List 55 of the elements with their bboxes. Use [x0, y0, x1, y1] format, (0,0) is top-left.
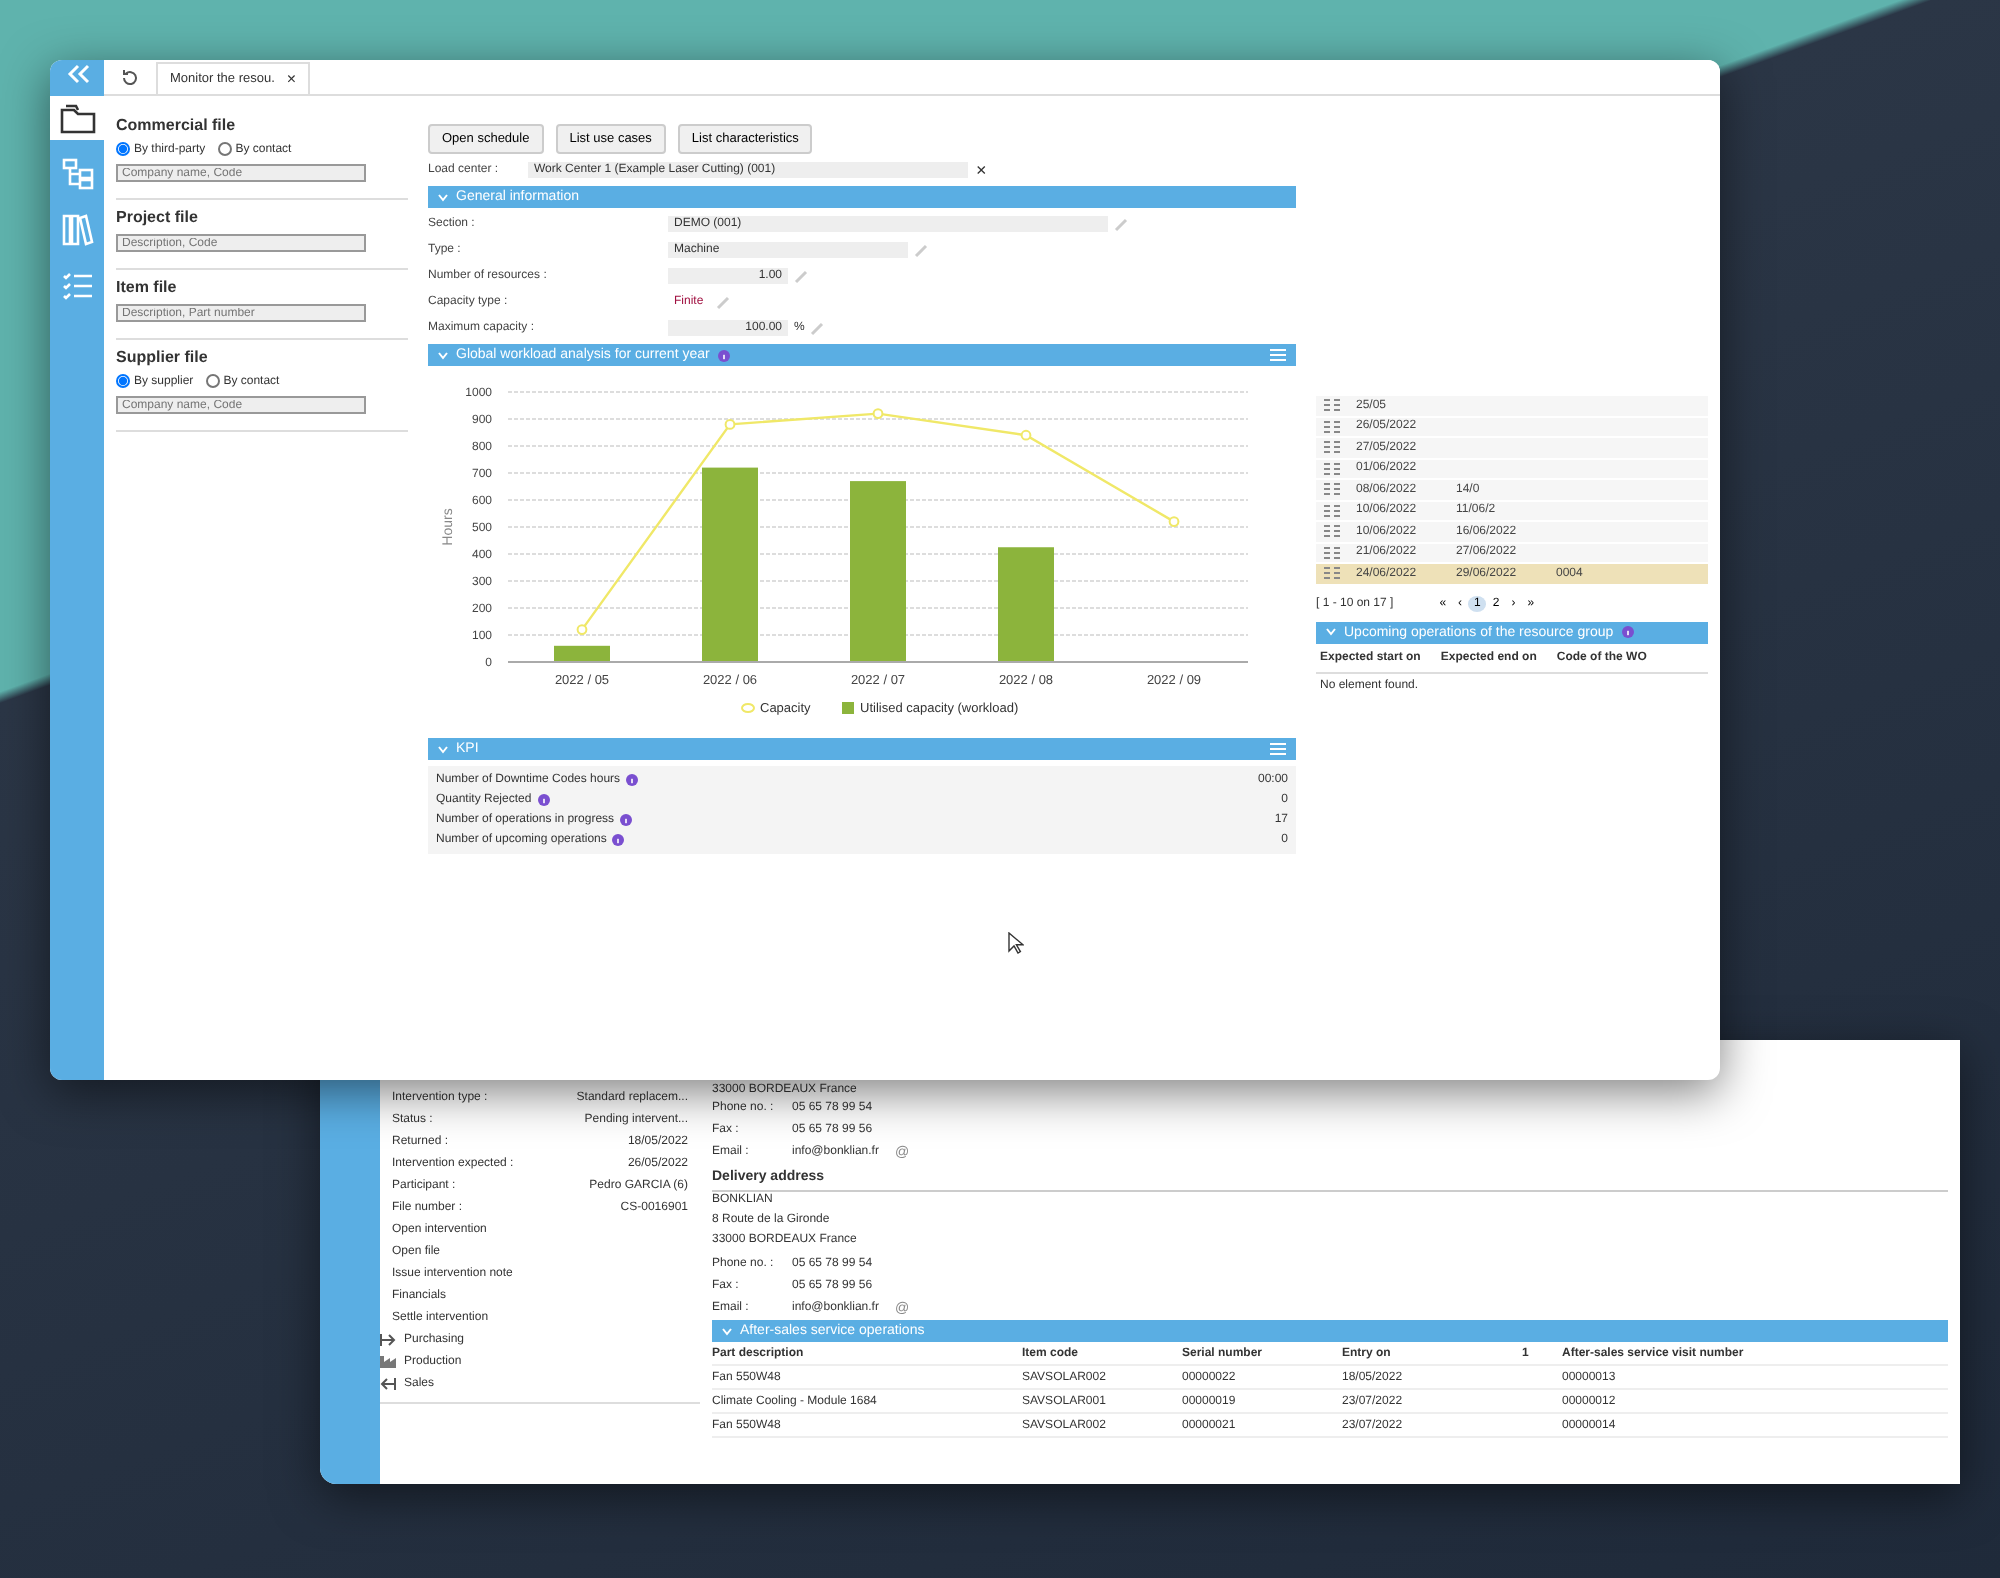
- group-title: Project file: [116, 208, 200, 226]
- grid-icon[interactable]: [1324, 398, 1340, 413]
- arrow-left-icon: [380, 1378, 396, 1390]
- info-icon: [626, 774, 639, 786]
- radio-button[interactable]: [116, 374, 130, 388]
- point: [576, 624, 588, 635]
- group-title: Commercial file: [116, 116, 238, 134]
- chart-bar: [998, 547, 1054, 662]
- folder-icon: [59, 102, 95, 134]
- chevron-icon[interactable]: [1326, 628, 1336, 636]
- grid-icon[interactable]: [1324, 503, 1340, 518]
- pencil-icon[interactable]: [794, 269, 808, 283]
- point: [1168, 516, 1180, 527]
- radio-button[interactable]: [217, 142, 232, 156]
- pencil-icon[interactable]: [914, 243, 928, 257]
- radio-button[interactable]: [205, 374, 220, 388]
- info-icon: [537, 794, 550, 806]
- point: [1020, 429, 1032, 441]
- menu-icon[interactable]: [1270, 348, 1286, 362]
- cursor-icon: [1008, 932, 1024, 954]
- sidebar-button[interactable]: [50, 96, 104, 140]
- arrow-right-icon: [380, 1334, 396, 1346]
- grid-icon[interactable]: [1324, 524, 1340, 539]
- pencil-icon[interactable]: [1114, 217, 1128, 231]
- pencil-icon[interactable]: [810, 321, 825, 335]
- grid-icon[interactable]: [1324, 482, 1340, 497]
- point: [724, 419, 736, 430]
- radio-button[interactable]: [116, 142, 130, 156]
- info-icon: [717, 349, 730, 361]
- grid-icon[interactable]: [1324, 545, 1340, 560]
- info-icon: [1621, 626, 1634, 638]
- group-title: Item file: [116, 278, 179, 296]
- chevron-icon[interactable]: [438, 351, 448, 359]
- grid-icon[interactable]: [1324, 461, 1340, 476]
- group-title: Supplier file: [116, 348, 210, 366]
- chevron-icon[interactable]: [722, 1327, 732, 1335]
- info-icon: [612, 834, 625, 846]
- factory-icon: [380, 1356, 396, 1368]
- legend-bar-icon: [842, 702, 854, 714]
- close-icon[interactable]: ×: [286, 70, 297, 88]
- pencil-icon[interactable]: [715, 295, 730, 309]
- point: [872, 408, 884, 419]
- grid-icon[interactable]: [1324, 440, 1340, 455]
- collapse-icon[interactable]: [65, 64, 89, 84]
- chevron-icon[interactable]: [438, 193, 448, 201]
- checklist-icon: [61, 272, 93, 300]
- hierarchy-icon: [61, 158, 93, 190]
- books-icon: [61, 214, 93, 246]
- history-icon[interactable]: [120, 68, 140, 88]
- grid-icon[interactable]: [1324, 419, 1340, 434]
- menu-icon[interactable]: [1270, 742, 1286, 756]
- clear-icon[interactable]: ×: [976, 160, 987, 180]
- chevron-icon[interactable]: [438, 745, 448, 753]
- grid-icon[interactable]: [1324, 566, 1340, 581]
- info-icon: [620, 814, 633, 826]
